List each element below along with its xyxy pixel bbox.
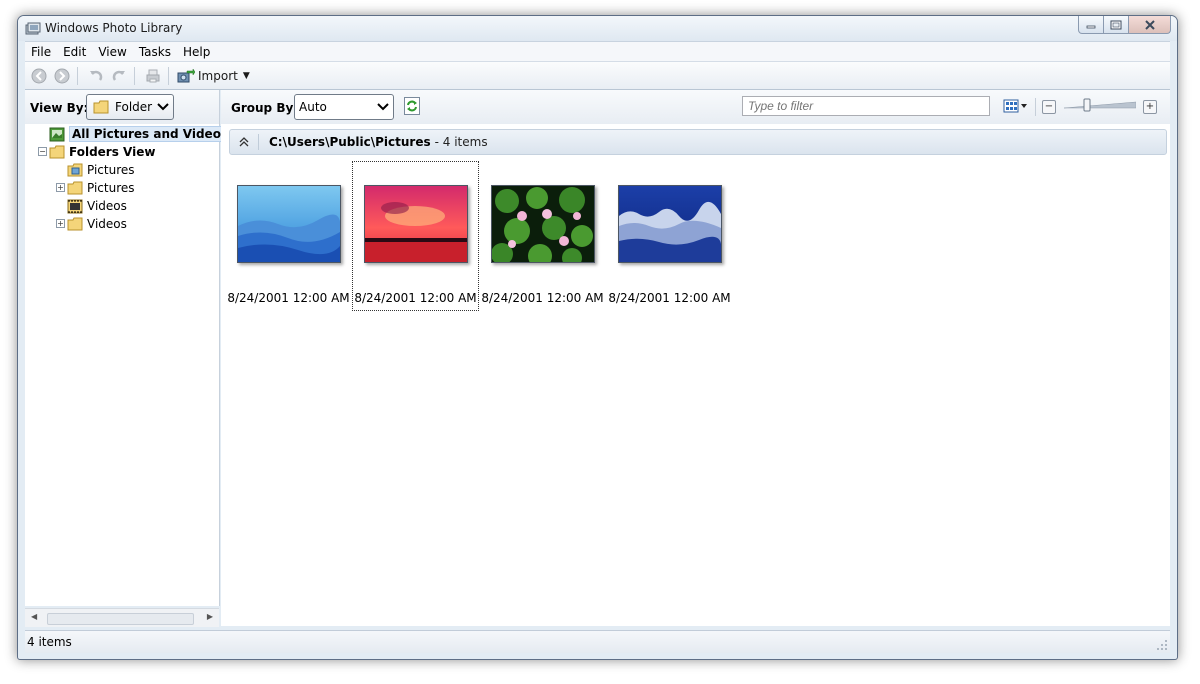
- scrollbar-thumb[interactable]: [47, 613, 194, 625]
- expand-toggle[interactable]: +: [56, 219, 65, 228]
- photo-date-caption: 8/24/2001 12:00 AM: [227, 291, 350, 305]
- status-bar: 4 items: [25, 630, 1170, 653]
- rotate-left-icon: [90, 70, 103, 81]
- import-camera-icon: [177, 67, 195, 82]
- folder-icon: [67, 217, 83, 230]
- scroll-left-icon[interactable]: ◀: [31, 612, 37, 621]
- forward-button[interactable]: [53, 67, 71, 85]
- header-divider: [258, 134, 259, 150]
- group-item-count: - 4 items: [434, 135, 488, 149]
- tree-item-pictures-folder[interactable]: Pictures: [67, 179, 135, 197]
- minimize-icon: [1086, 25, 1096, 28]
- minimize-button[interactable]: [1078, 16, 1104, 34]
- group-by-label: Group By:: [231, 101, 299, 115]
- tree-item-folders-view[interactable]: Folders View: [49, 143, 155, 161]
- folder-open-icon: [49, 145, 65, 158]
- close-icon: [1144, 19, 1155, 30]
- group-by-dropdown[interactable]: Auto: [294, 94, 394, 120]
- videos-library-icon: [67, 199, 83, 213]
- zoom-slider[interactable]: [1064, 98, 1136, 112]
- view-by-label: View By:: [30, 101, 89, 115]
- tree-horizontal-scrollbar[interactable]: ◀ ▶: [25, 608, 219, 627]
- rotate-right-icon: [112, 70, 125, 81]
- toolbar-separator: [134, 66, 135, 85]
- folder-icon: [67, 181, 83, 194]
- window-title: Windows Photo Library: [45, 21, 183, 35]
- photo-date-caption: 8/24/2001 12:00 AM: [608, 291, 731, 305]
- photo-image: [237, 185, 341, 263]
- group-by-value: Auto: [299, 100, 327, 114]
- zoom-in-button[interactable]: +: [1143, 100, 1157, 114]
- menu-file[interactable]: File: [25, 45, 57, 59]
- photo-thumbnail[interactable]: 8/24/2001 12:00 AM: [480, 162, 605, 310]
- photo-image: [364, 185, 468, 263]
- close-button[interactable]: [1129, 16, 1171, 34]
- import-label: Import: [198, 68, 238, 83]
- menu-help[interactable]: Help: [177, 45, 216, 59]
- photo-thumbnail-selected[interactable]: 8/24/2001 12:00 AM: [352, 161, 479, 311]
- dropdown-arrow-icon: ▼: [242, 70, 250, 81]
- chevron-down-icon: [377, 103, 389, 111]
- printer-icon: [146, 69, 160, 82]
- all-pictures-icon: [49, 127, 65, 141]
- refresh-icon[interactable]: [404, 97, 420, 115]
- view-by-bar: View By: Folder: [25, 90, 220, 124]
- tree-item-videos-folder[interactable]: Videos: [67, 215, 127, 233]
- tree-item-label: Folders View: [69, 145, 156, 159]
- navigation-tree: All Pictures and Videos Vie − Folders Vi…: [25, 124, 257, 606]
- print-button[interactable]: [144, 67, 162, 85]
- expand-toggle[interactable]: +: [56, 183, 65, 192]
- photo-thumbnail[interactable]: 8/24/2001 12:00 AM: [226, 162, 351, 310]
- tree-item-pictures-library[interactable]: Pictures: [67, 161, 135, 179]
- toolbar-separator: [1035, 98, 1036, 116]
- forward-arrow-icon: [54, 68, 70, 83]
- pictures-library-icon: [67, 163, 83, 176]
- title-bar: Windows Photo Library: [18, 16, 1177, 41]
- rotate-left-button[interactable]: [87, 67, 105, 85]
- tree-item-label: Pictures: [87, 181, 135, 195]
- tree-item-videos-library[interactable]: Videos: [67, 197, 127, 215]
- zoom-out-button[interactable]: −: [1042, 100, 1056, 114]
- rotate-right-button[interactable]: [110, 67, 128, 85]
- group-by-bar: Group By: Auto − +: [221, 90, 1170, 124]
- tree-item-label: Videos: [87, 199, 127, 213]
- photo-thumbnail[interactable]: 8/24/2001 12:00 AM: [607, 162, 732, 310]
- tree-item-label: Pictures: [87, 163, 135, 177]
- scroll-right-icon[interactable]: ▶: [207, 612, 213, 621]
- photo-library-app-icon: [25, 22, 41, 35]
- photo-date-caption: 8/24/2001 12:00 AM: [354, 291, 477, 305]
- status-text: 4 items: [27, 635, 72, 649]
- group-path: C:\Users\Public\Pictures: [269, 135, 431, 149]
- thumbnail-pane: C:\Users\Public\Pictures - 4 items 8/24/…: [221, 124, 1170, 626]
- toolbar: Import ▼: [25, 61, 1170, 90]
- view-by-value: Folder: [115, 100, 153, 114]
- photo-date-caption: 8/24/2001 12:00 AM: [481, 291, 604, 305]
- menu-tasks[interactable]: Tasks: [133, 45, 177, 59]
- toolbar-separator: [168, 66, 169, 85]
- back-button[interactable]: [30, 67, 48, 85]
- back-arrow-icon: [31, 68, 47, 83]
- menu-view[interactable]: View: [92, 45, 132, 59]
- group-header[interactable]: C:\Users\Public\Pictures - 4 items: [229, 129, 1167, 155]
- filter-input[interactable]: [742, 96, 990, 116]
- photo-image: [491, 185, 595, 263]
- tree-item-label: Videos: [87, 217, 127, 231]
- photo-image: [618, 185, 722, 263]
- collapse-group-icon[interactable]: [238, 136, 250, 148]
- view-by-dropdown[interactable]: Folder: [86, 94, 174, 120]
- maximize-icon: [1110, 20, 1122, 29]
- chevron-down-icon: [157, 103, 169, 111]
- toolbar-separator: [77, 66, 78, 85]
- menu-bar: File Edit View Tasks Help: [25, 41, 1170, 61]
- menu-edit[interactable]: Edit: [57, 45, 92, 59]
- import-button[interactable]: Import ▼: [177, 67, 250, 84]
- folder-icon: [93, 100, 109, 114]
- photo-library-window: Windows Photo Library File Edit View Tas…: [17, 15, 1178, 660]
- maximize-button[interactable]: [1104, 16, 1129, 34]
- caption-buttons: [1078, 16, 1171, 34]
- resize-grip-icon[interactable]: [1156, 639, 1168, 651]
- collapse-toggle[interactable]: −: [38, 147, 47, 156]
- view-options-icon[interactable]: [1003, 98, 1029, 114]
